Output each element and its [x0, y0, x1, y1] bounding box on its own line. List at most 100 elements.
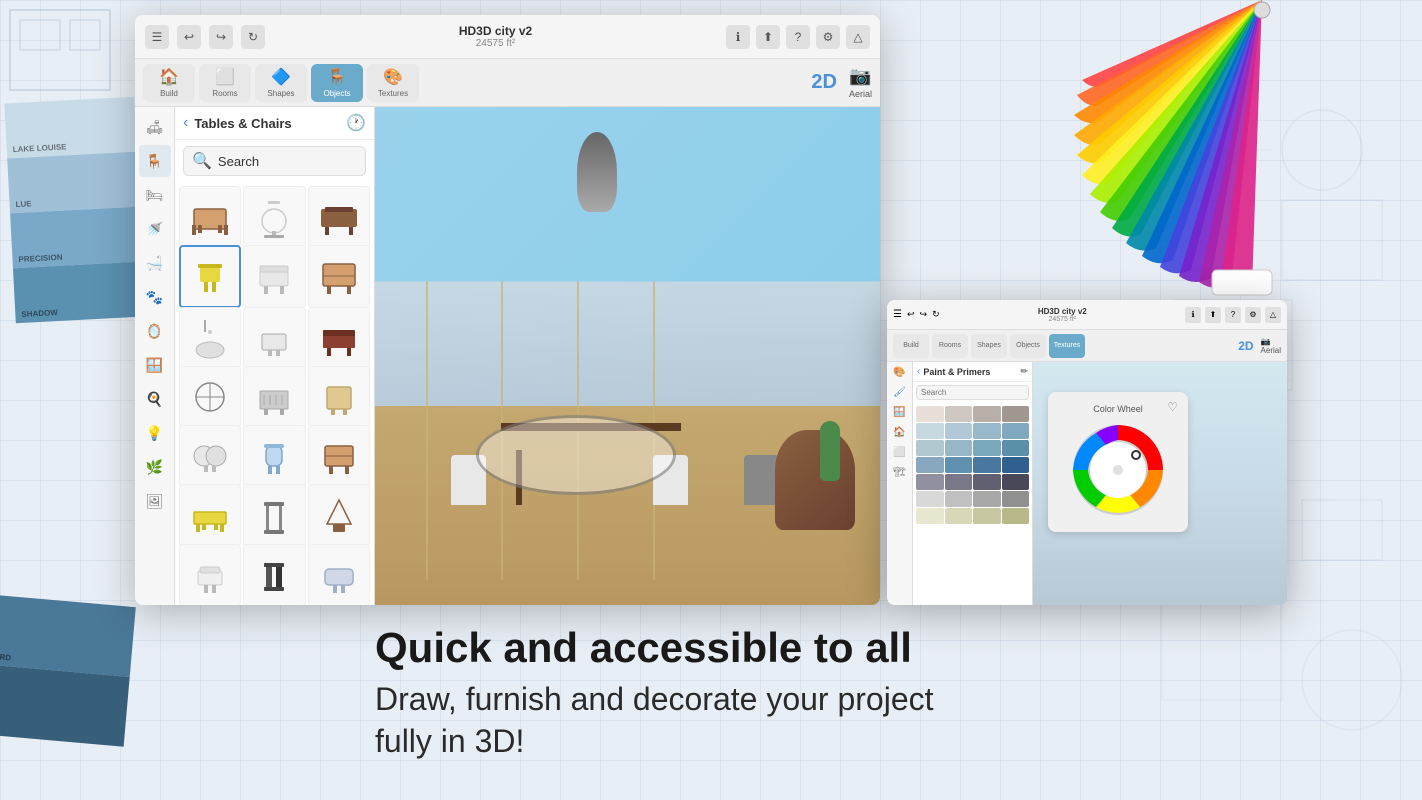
back-button[interactable]: ‹ [183, 114, 188, 132]
help-button[interactable]: ? [786, 25, 810, 49]
mini-search-input[interactable] [921, 388, 1024, 397]
undo-button[interactable]: ↩ [177, 25, 201, 49]
mini-color-3[interactable] [1002, 406, 1030, 422]
mini-color-19[interactable] [1002, 474, 1030, 490]
history-icon[interactable]: 🕐 [346, 113, 366, 133]
mini-textures-button[interactable]: Textures [1049, 334, 1085, 358]
rooms-button[interactable]: ⬜ Rooms [199, 64, 251, 102]
mini-color-23[interactable] [1002, 491, 1030, 507]
item-21[interactable] [308, 544, 370, 605]
share-button[interactable]: ⬆ [756, 25, 780, 49]
mini-color-5[interactable] [945, 423, 973, 439]
refresh-button[interactable]: ↻ [241, 25, 265, 49]
mini-color-16[interactable] [916, 474, 944, 490]
mini-color-18[interactable] [973, 474, 1001, 490]
mini-expand-button[interactable]: △ [1265, 307, 1281, 323]
item-9[interactable] [308, 307, 370, 369]
aerial-button[interactable]: 📷 Aerial [849, 66, 872, 99]
cat-sofa[interactable]: 🛋 [139, 111, 171, 143]
mini-color-14[interactable] [973, 457, 1001, 473]
cat-light[interactable]: 💡 [139, 417, 171, 449]
view-2d-button[interactable]: 2D [811, 71, 837, 94]
textures-button[interactable]: 🎨 Textures [367, 64, 419, 102]
cat-art[interactable]: 🖼 [139, 485, 171, 517]
item-1[interactable] [179, 186, 241, 248]
mini-color-25[interactable] [945, 508, 973, 524]
mini-color-4[interactable] [916, 423, 944, 439]
mini-color-17[interactable] [945, 474, 973, 490]
mini-share-button[interactable]: ⬆ [1205, 307, 1221, 323]
cat-mirror[interactable]: 🪞 [139, 315, 171, 347]
redo-button[interactable]: ↪ [209, 25, 233, 49]
mini-cat-3[interactable]: 🪟 [887, 402, 912, 422]
item-2[interactable] [243, 186, 305, 248]
mini-color-11[interactable] [1002, 440, 1030, 456]
mini-color-12[interactable] [916, 457, 944, 473]
item-11[interactable] [243, 366, 305, 428]
cat-shower[interactable]: 🚿 [139, 213, 171, 245]
item-15[interactable] [308, 425, 370, 487]
menu-button[interactable]: ☰ [145, 25, 169, 49]
mini-color-24[interactable] [916, 508, 944, 524]
item-17[interactable] [243, 484, 305, 546]
mini-settings-button[interactable]: ⚙ [1245, 307, 1261, 323]
mini-refresh-button[interactable]: ↻ [932, 309, 940, 320]
search-input[interactable] [218, 154, 394, 169]
item-12[interactable] [308, 366, 370, 428]
mini-redo-button[interactable]: ↪ [920, 309, 928, 320]
mini-view-2d[interactable]: 2D [1238, 339, 1253, 353]
mini-shapes-button[interactable]: Shapes [971, 334, 1007, 358]
cat-window[interactable]: 🪟 [139, 349, 171, 381]
mini-help-button[interactable]: ? [1225, 307, 1241, 323]
info-button[interactable]: ℹ [726, 25, 750, 49]
mini-rooms-button[interactable]: Rooms [932, 334, 968, 358]
item-7[interactable] [179, 307, 241, 369]
mini-info-button[interactable]: ℹ [1185, 307, 1201, 323]
item-19[interactable] [179, 544, 241, 605]
mini-color-20[interactable] [916, 491, 944, 507]
mini-color-0[interactable] [916, 406, 944, 422]
mini-back-button[interactable]: ‹ [917, 366, 920, 377]
mini-color-22[interactable] [973, 491, 1001, 507]
item-14[interactable] [243, 425, 305, 487]
mini-build-button[interactable]: Build [893, 334, 929, 358]
build-button[interactable]: 🏠 Build [143, 64, 195, 102]
item-8[interactable] [243, 307, 305, 369]
item-16[interactable] [179, 484, 241, 546]
expand-button[interactable]: △ [846, 25, 870, 49]
mini-edit-icon[interactable]: ✏ [1020, 366, 1028, 377]
mini-cat-1[interactable]: 🎨 [887, 362, 912, 382]
cat-bath[interactable]: 🛁 [139, 247, 171, 279]
mini-color-1[interactable] [945, 406, 973, 422]
item-10[interactable] [179, 366, 241, 428]
mini-color-9[interactable] [945, 440, 973, 456]
mini-menu-button[interactable]: ☰ [893, 309, 902, 320]
color-wheel-svg[interactable] [1068, 420, 1168, 520]
mini-objects-button[interactable]: Objects [1010, 334, 1046, 358]
settings-button[interactable]: ⚙ [816, 25, 840, 49]
cat-chair[interactable]: 🪑 [139, 145, 171, 177]
mini-color-8[interactable] [916, 440, 944, 456]
mini-cat-5[interactable]: ⬜ [887, 442, 912, 462]
cat-plant[interactable]: 🌿 [139, 451, 171, 483]
color-wheel-heart-icon[interactable]: ♡ [1167, 400, 1178, 414]
mini-aerial-button[interactable]: 📷 Aerial [1261, 337, 1281, 355]
mini-color-26[interactable] [973, 508, 1001, 524]
objects-button[interactable]: 🪑 Objects [311, 64, 363, 102]
shapes-button[interactable]: 🔷 Shapes [255, 64, 307, 102]
mini-cat-6[interactable]: 🏗 [887, 462, 912, 482]
cat-kitchen[interactable]: 🍳 [139, 383, 171, 415]
item-18[interactable] [308, 484, 370, 546]
cat-pet[interactable]: 🐾 [139, 281, 171, 313]
mini-undo-button[interactable]: ↩ [907, 309, 915, 320]
mini-color-6[interactable] [973, 423, 1001, 439]
mini-color-2[interactable] [973, 406, 1001, 422]
item-5[interactable] [243, 245, 305, 307]
item-4[interactable] [179, 245, 241, 307]
mini-cat-2[interactable]: 🖌 [887, 382, 912, 402]
mini-color-10[interactable] [973, 440, 1001, 456]
item-20[interactable] [243, 544, 305, 605]
item-13[interactable] [179, 425, 241, 487]
cat-bed[interactable]: 🛏 [139, 179, 171, 211]
mini-color-7[interactable] [1002, 423, 1030, 439]
